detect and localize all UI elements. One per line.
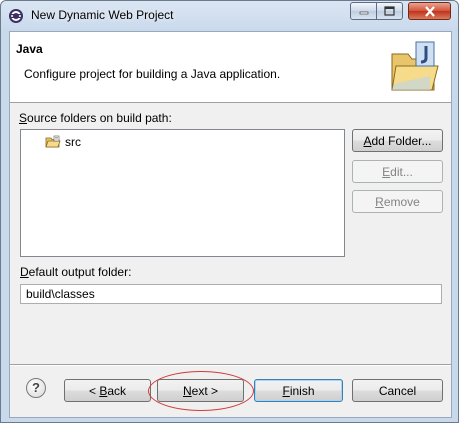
close-button[interactable]: [408, 2, 451, 20]
maximize-button[interactable]: [376, 2, 403, 20]
minimize-icon: [359, 11, 368, 15]
list-item[interactable]: src: [45, 135, 81, 149]
cancel-button[interactable]: Cancel: [352, 379, 443, 402]
edit-button[interactable]: Edit...: [352, 160, 443, 183]
dialog-body: Java Configure project for building a Ja…: [9, 31, 452, 418]
dialog-window: New Dynamic Web Project Java Configure p…: [0, 0, 459, 423]
add-folder-button[interactable]: Add Folder...: [352, 129, 443, 152]
next-button[interactable]: Next >: [157, 379, 244, 402]
eclipse-icon: [9, 9, 23, 23]
output-folder-label: Default output folder:: [20, 265, 132, 279]
finish-button[interactable]: Finish: [254, 379, 343, 402]
minimize-button[interactable]: [350, 2, 377, 20]
wizard-banner: Java Configure project for building a Ja…: [10, 32, 451, 103]
java-folder-icon: [391, 41, 439, 91]
title-bar[interactable]: New Dynamic Web Project: [1, 1, 458, 31]
page-title: Java: [16, 42, 43, 56]
output-folder-field[interactable]: build\classes: [20, 284, 442, 304]
remove-button[interactable]: Remove: [352, 190, 443, 213]
source-folders-list[interactable]: src: [20, 129, 345, 257]
page-description: Configure project for building a Java ap…: [24, 67, 281, 81]
source-folders-label: Source folders on build path:: [19, 111, 172, 125]
close-icon: [424, 5, 435, 17]
footer-divider: [10, 364, 451, 366]
source-folder-icon: [45, 135, 61, 148]
window-title: New Dynamic Web Project: [31, 8, 174, 22]
help-icon[interactable]: ?: [26, 378, 46, 398]
back-button[interactable]: < Back: [64, 379, 151, 402]
list-item-label: src: [65, 135, 81, 149]
maximize-icon: [384, 6, 395, 16]
